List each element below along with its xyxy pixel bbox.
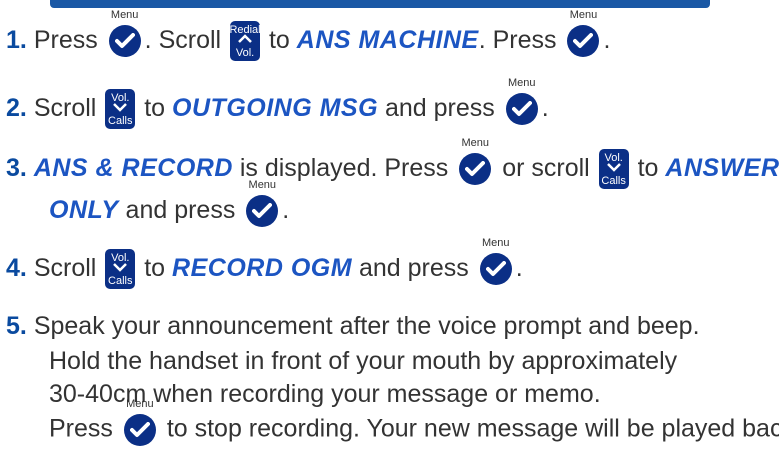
lcd-text: ANSWER bbox=[665, 154, 779, 182]
vol-calls-down-key-icon: Vol. Calls bbox=[105, 89, 136, 130]
lcd-text: ONLY bbox=[49, 196, 119, 224]
step-5-line-2: Hold the handset in front of your mouth … bbox=[49, 347, 678, 375]
redial-up-key-icon: Redial Vol. bbox=[229, 21, 261, 62]
step-number: 5. bbox=[6, 312, 27, 340]
step-3: 3. ANS & RECORD is displayed. Press Menu… bbox=[6, 137, 779, 190]
key-label: Calls bbox=[108, 115, 133, 128]
step-text: and press bbox=[359, 254, 469, 282]
step-text: to bbox=[144, 94, 166, 122]
step-5-line-4: Press Menu to stop recording. Your new m… bbox=[49, 398, 779, 448]
step-text: . Press bbox=[478, 26, 557, 54]
lcd-text: ANS & RECORD bbox=[33, 154, 233, 182]
step-4: 4. Scroll Vol. Calls to RECORD OGM and pr… bbox=[6, 237, 523, 290]
menu-key-icon: Menu bbox=[457, 137, 493, 187]
step-text: Press bbox=[33, 26, 98, 54]
step-text: is displayed. Press bbox=[239, 154, 449, 182]
key-label: Menu bbox=[481, 237, 510, 250]
step-text: . bbox=[541, 94, 549, 122]
key-label: Menu bbox=[569, 9, 598, 22]
step-2: 2. Scroll Vol. Calls to OUTGOING MSG and … bbox=[6, 77, 549, 130]
key-label: Calls bbox=[601, 175, 626, 188]
step-text: Scroll bbox=[33, 94, 97, 122]
step-text: . Scroll bbox=[144, 26, 222, 54]
step-1: 1. Press Menu . Scroll Redial Vol. to ANS … bbox=[6, 9, 611, 62]
menu-key-icon: Menu bbox=[122, 398, 158, 448]
step-number: 1. bbox=[6, 26, 27, 54]
menu-key-icon: Menu bbox=[478, 237, 514, 287]
vol-calls-down-key-icon: Vol. Calls bbox=[598, 149, 629, 190]
step-text: Press bbox=[49, 414, 113, 443]
key-label: Menu bbox=[110, 9, 139, 22]
step-text: to bbox=[268, 26, 290, 54]
step-text: to stop recording. Your new message will… bbox=[166, 414, 779, 443]
vol-calls-down-key-icon: Vol. Calls bbox=[105, 249, 136, 290]
section-heading-cut bbox=[0, 0, 779, 8]
heading-ink bbox=[50, 0, 710, 8]
key-label: Menu bbox=[507, 77, 536, 90]
step-text: and press bbox=[385, 94, 495, 122]
step-3-continued: ONLY and press Menu. bbox=[49, 179, 290, 230]
lcd-text: OUTGOING MSG bbox=[172, 94, 379, 122]
step-5: 5. Speak your announcement after the voi… bbox=[6, 306, 700, 346]
step-text: Speak your announcement after the voice … bbox=[33, 312, 700, 340]
key-label: Vol. bbox=[235, 47, 255, 60]
step-text: to bbox=[637, 154, 659, 182]
step-text: . bbox=[603, 26, 611, 54]
key-label: Menu bbox=[126, 398, 154, 410]
step-number: 4. bbox=[6, 254, 27, 282]
key-label: Calls bbox=[108, 275, 133, 288]
menu-key-icon: Menu bbox=[565, 9, 601, 59]
menu-key-icon: Menu bbox=[504, 77, 540, 127]
step-number: 3. bbox=[6, 154, 27, 182]
lcd-text: RECORD OGM bbox=[172, 254, 353, 282]
step-number: 2. bbox=[6, 94, 27, 122]
lcd-text: ANS MACHINE bbox=[296, 26, 479, 54]
step-text: or scroll bbox=[502, 154, 590, 182]
menu-key-icon: Menu bbox=[107, 9, 143, 59]
step-text: Scroll bbox=[33, 254, 97, 282]
menu-key-icon: Menu bbox=[244, 179, 280, 229]
step-text: . bbox=[282, 196, 290, 224]
step-text: and press bbox=[125, 196, 236, 224]
key-label: Menu bbox=[248, 179, 277, 192]
step-text: . bbox=[515, 254, 523, 282]
step-text: to bbox=[144, 254, 166, 282]
key-label: Menu bbox=[461, 137, 489, 150]
